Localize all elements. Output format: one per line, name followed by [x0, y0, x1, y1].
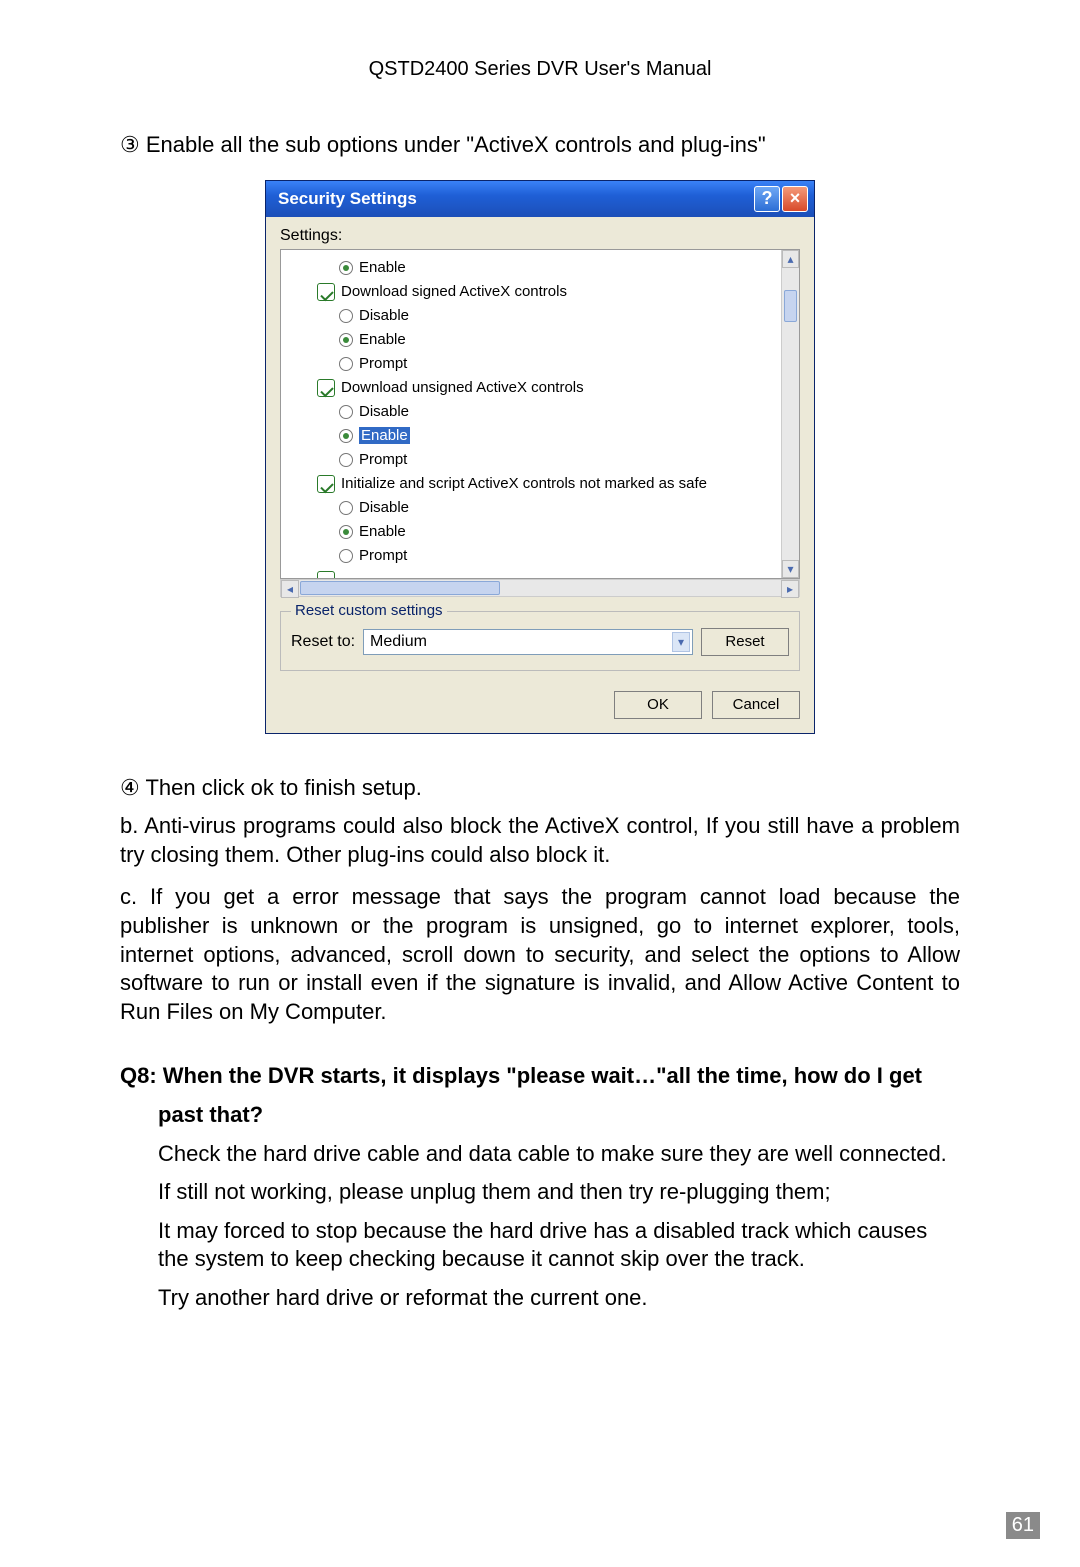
- radio-option[interactable]: Disable: [289, 496, 799, 520]
- titlebar[interactable]: Security Settings ? ×: [266, 181, 814, 217]
- step-4: ④ Then click ok to finish setup.: [120, 774, 960, 803]
- radio-option[interactable]: Enable: [289, 256, 799, 280]
- scroll-left-icon[interactable]: ◂: [281, 580, 299, 598]
- radio-icon: [339, 525, 353, 539]
- dialog-title: Security Settings: [272, 189, 752, 209]
- settings-label: Settings:: [280, 227, 800, 245]
- tree-header[interactable]: Download unsigned ActiveX controls: [289, 376, 799, 400]
- radio-option[interactable]: Prompt: [289, 448, 799, 472]
- page-number: 61: [1006, 1512, 1040, 1539]
- scroll-down-icon[interactable]: ▾: [782, 560, 799, 578]
- radio-option[interactable]: Enable: [289, 424, 799, 448]
- activex-icon: [317, 475, 335, 493]
- reset-legend: Reset custom settings: [291, 602, 447, 619]
- paragraph-c: c. If you get a error message that says …: [120, 883, 960, 1026]
- q8-answer: If still not working, please unplug them…: [158, 1178, 960, 1207]
- activex-icon: [317, 379, 335, 397]
- q8-answer: Check the hard drive cable and data cabl…: [158, 1140, 960, 1169]
- settings-tree[interactable]: Enable Download signed ActiveX controls …: [280, 249, 800, 579]
- radio-icon: [339, 261, 353, 275]
- chevron-down-icon[interactable]: ▾: [672, 632, 690, 652]
- q8-heading: Q8: When the DVR starts, it displays "pl…: [120, 1062, 960, 1091]
- close-button[interactable]: ×: [782, 186, 808, 212]
- scroll-thumb[interactable]: [784, 290, 797, 322]
- scroll-right-icon[interactable]: ▸: [781, 580, 799, 598]
- step-3: ③ Enable all the sub options under "Acti…: [120, 131, 960, 160]
- cancel-button[interactable]: Cancel: [712, 691, 800, 719]
- page-header: QSTD2400 Series DVR User's Manual: [120, 58, 960, 81]
- radio-option[interactable]: Enable: [289, 328, 799, 352]
- q8-heading-cont: past that?: [120, 1101, 960, 1130]
- radio-icon: [339, 549, 353, 563]
- security-settings-dialog: Security Settings ? × Settings: Enable D…: [265, 180, 815, 734]
- reset-to-label: Reset to:: [291, 633, 355, 651]
- tree-header-cutoff: [289, 568, 799, 579]
- radio-icon: [339, 357, 353, 371]
- radio-icon: [339, 333, 353, 347]
- reset-button[interactable]: Reset: [701, 628, 789, 656]
- help-button[interactable]: ?: [754, 186, 780, 212]
- radio-option[interactable]: Prompt: [289, 544, 799, 568]
- radio-option[interactable]: Disable: [289, 304, 799, 328]
- q8-answer: Try another hard drive or reformat the c…: [158, 1284, 960, 1313]
- radio-icon: [339, 405, 353, 419]
- radio-option[interactable]: Enable: [289, 520, 799, 544]
- ok-button[interactable]: OK: [614, 691, 702, 719]
- scroll-thumb[interactable]: [300, 581, 500, 595]
- activex-icon: [317, 571, 335, 579]
- circled-3-icon: ③: [120, 132, 140, 157]
- activex-icon: [317, 283, 335, 301]
- radio-option[interactable]: Prompt: [289, 352, 799, 376]
- tree-header[interactable]: Download signed ActiveX controls: [289, 280, 799, 304]
- reset-to-select[interactable]: Medium ▾: [363, 629, 693, 655]
- circled-4-icon: ④: [120, 775, 140, 800]
- radio-icon: [339, 429, 353, 443]
- radio-option[interactable]: Disable: [289, 400, 799, 424]
- radio-icon: [339, 501, 353, 515]
- tree-header[interactable]: Initialize and script ActiveX controls n…: [289, 472, 799, 496]
- q8-answer: It may forced to stop because the hard d…: [158, 1217, 960, 1274]
- horizontal-scrollbar[interactable]: ◂ ▸: [280, 579, 800, 597]
- scroll-up-icon[interactable]: ▴: [782, 250, 799, 268]
- reset-fieldset: Reset custom settings Reset to: Medium ▾…: [280, 611, 800, 671]
- radio-icon: [339, 309, 353, 323]
- radio-icon: [339, 453, 353, 467]
- vertical-scrollbar[interactable]: ▴ ▾: [781, 250, 799, 578]
- paragraph-b: b. Anti-virus programs could also block …: [120, 812, 960, 869]
